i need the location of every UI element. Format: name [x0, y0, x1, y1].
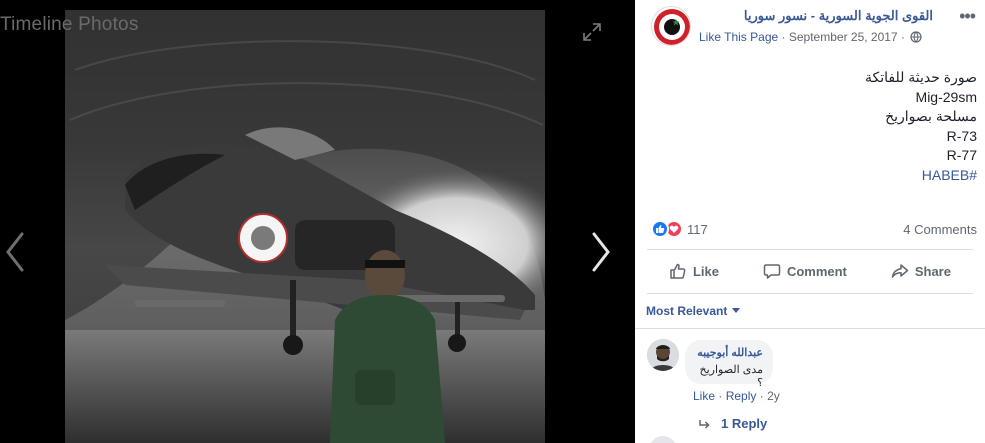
like-button[interactable]: Like [669, 262, 719, 280]
view-replies-link[interactable]: 1 Reply [699, 416, 767, 431]
more-options-icon[interactable]: ••• [959, 6, 976, 27]
post-panel: القوى الجوية السورية - نسور سوريا ••• Li… [635, 0, 985, 443]
action-bar: Like Comment Share [647, 255, 973, 287]
like-reaction-icon [651, 220, 669, 238]
post-text: صورة حديثة للفاتكة Mig-29sm مسلحة بصواري… [677, 68, 977, 185]
like-button-label: Like [692, 263, 719, 279]
commenter-photo [647, 339, 679, 371]
reply-arrow-icon [699, 419, 710, 429]
comment-meta: Like · Reply · 2y [693, 389, 780, 403]
comment-like-link[interactable]: Like [693, 389, 715, 403]
divider [635, 328, 985, 329]
meta-separator-2: · [900, 30, 905, 44]
meta-separator: · [781, 30, 786, 44]
comment-age[interactable]: 2y [767, 389, 780, 403]
next-photo-chevron-icon[interactable] [588, 230, 614, 274]
commenter-avatar[interactable] [647, 339, 679, 371]
globe-icon [910, 31, 922, 43]
comment-sort-dropdown[interactable]: Most Relevant [646, 304, 741, 318]
photo-illustration [65, 10, 545, 443]
divider [647, 249, 973, 250]
page-name-link[interactable]: القوى الجوية السورية - نسور سوريا [744, 8, 933, 24]
comment-meta-dot: · [718, 389, 723, 403]
post-photo[interactable] [65, 10, 545, 443]
post-text-line: مسلحة بصواريخ [885, 108, 977, 124]
share-button[interactable]: Share [891, 262, 951, 280]
comments-count-link[interactable]: 4 Comments [903, 222, 977, 237]
roundel-logo-icon [654, 9, 690, 45]
hashtag-link[interactable]: HABEB# [677, 166, 977, 186]
viewer-title: Timeline Photos [0, 14, 139, 35]
expand-icon[interactable] [582, 22, 602, 42]
caret-down-icon [732, 308, 741, 313]
next-commenter-avatar[interactable] [649, 436, 677, 443]
comment-button[interactable]: Comment [763, 262, 847, 280]
comment-text: مدى الصواريخ ؟ [699, 364, 764, 389]
post-text-line: Mig-29sm [915, 88, 977, 105]
comment-author-link[interactable]: عبدالله أبوجيبه [695, 346, 763, 359]
post-text-line: صورة حديثة للفاتكة [864, 69, 977, 85]
post-date-link[interactable]: September 25, 2017 [789, 30, 898, 44]
comment-bubble: عبدالله أبوجيبه مدى الصواريخ ؟ [685, 340, 773, 389]
reactions-summary[interactable]: 117 [651, 220, 708, 238]
page-avatar[interactable] [651, 6, 691, 46]
thumbs-up-icon [670, 263, 686, 279]
view-replies-label: 1 Reply [721, 416, 768, 431]
comment-button-label: Comment [786, 263, 847, 279]
post-text-line: R-77 [946, 147, 977, 163]
divider [647, 293, 973, 294]
comment-meta-dot-2: · [759, 389, 764, 403]
like-page-link[interactable]: Like This Page [699, 30, 778, 44]
reaction-count: 117 [687, 221, 708, 237]
previous-photo-chevron-icon[interactable] [2, 230, 28, 274]
share-button-label: Share [914, 263, 951, 279]
post-text-line: R-73 [946, 127, 977, 144]
comment-sort-label: Most Relevant [646, 304, 728, 318]
photo-viewer: Timeline Photos [0, 0, 635, 443]
share-arrow-icon [891, 264, 909, 278]
comment-icon [763, 264, 781, 279]
comment-reply-link[interactable]: Reply [726, 389, 757, 403]
post-meta: Like This Page · September 25, 2017 · [699, 30, 922, 44]
